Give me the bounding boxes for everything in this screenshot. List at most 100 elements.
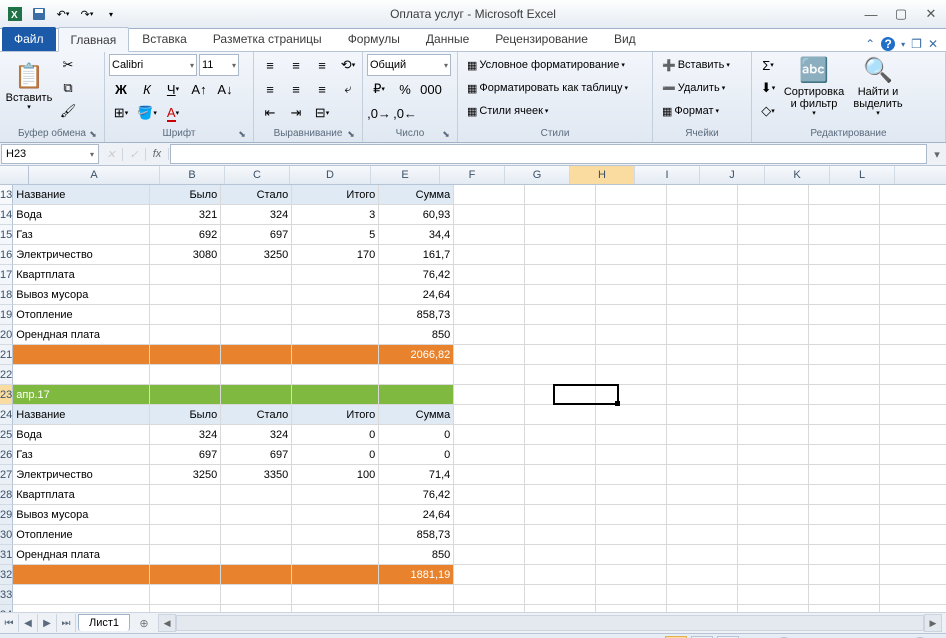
cell[interactable] — [525, 525, 596, 544]
cell[interactable] — [880, 485, 946, 504]
align-top-icon[interactable]: ≡ — [258, 54, 282, 76]
home-tab[interactable]: Главная — [58, 27, 130, 52]
cell[interactable]: Было — [150, 405, 221, 424]
name-box[interactable]: H23▾ — [1, 144, 99, 164]
cell[interactable] — [738, 405, 809, 424]
new-sheet-icon[interactable]: ⊕ — [134, 615, 154, 631]
cell[interactable] — [738, 385, 809, 404]
cell[interactable] — [596, 465, 667, 484]
cell[interactable] — [809, 285, 880, 304]
cell[interactable] — [292, 385, 379, 404]
cell[interactable]: 34,4 — [379, 225, 454, 244]
cell[interactable]: 24,64 — [379, 505, 454, 524]
cell[interactable] — [596, 225, 667, 244]
cell[interactable] — [525, 365, 596, 384]
cell[interactable] — [809, 585, 880, 604]
cell[interactable] — [880, 305, 946, 324]
row-header[interactable]: 25 — [0, 425, 13, 445]
cell[interactable] — [809, 345, 880, 364]
formula-input[interactable] — [170, 144, 927, 164]
cell[interactable] — [525, 225, 596, 244]
cell[interactable] — [292, 525, 379, 544]
sheet-tab[interactable]: Лист1 — [78, 614, 130, 631]
cell[interactable] — [292, 265, 379, 284]
row-header[interactable]: 33 — [0, 585, 13, 605]
cell[interactable] — [667, 485, 738, 504]
expand-formula-bar-icon[interactable]: ▾ — [928, 148, 946, 161]
cell[interactable]: 3080 — [150, 245, 221, 264]
clipboard-launcher-icon[interactable]: ⬊ — [88, 129, 98, 139]
cell[interactable] — [738, 245, 809, 264]
cell[interactable] — [738, 605, 809, 612]
cell[interactable] — [809, 505, 880, 524]
cell[interactable] — [454, 225, 525, 244]
row-header[interactable]: 24 — [0, 405, 13, 425]
cell-styles-button[interactable]: ▦ Стили ячеек ▾ — [462, 100, 553, 122]
cell[interactable] — [880, 405, 946, 424]
row-header[interactable]: 19 — [0, 305, 13, 325]
cell[interactable] — [150, 505, 221, 524]
row-header[interactable]: 17 — [0, 265, 13, 285]
cell[interactable] — [454, 425, 525, 444]
cell[interactable] — [525, 265, 596, 284]
cell[interactable] — [596, 425, 667, 444]
cell[interactable] — [525, 505, 596, 524]
cell[interactable]: 100 — [292, 465, 379, 484]
decrease-indent-icon[interactable]: ⇤ — [258, 102, 282, 124]
ribbon-options-icon[interactable]: ▾ — [901, 40, 905, 49]
cell[interactable] — [809, 425, 880, 444]
increase-decimal-icon[interactable]: ,0→ — [367, 102, 391, 124]
font-size-combo[interactable]: 11▾ — [199, 54, 239, 76]
cell[interactable] — [596, 565, 667, 584]
cell[interactable] — [525, 325, 596, 344]
cell[interactable] — [667, 385, 738, 404]
cell[interactable] — [150, 485, 221, 504]
cell[interactable] — [150, 365, 221, 384]
cell[interactable]: Вода — [13, 205, 150, 224]
column-header[interactable]: L — [830, 166, 895, 184]
cell[interactable] — [667, 245, 738, 264]
cell[interactable] — [221, 485, 292, 504]
column-header[interactable]: E — [371, 166, 440, 184]
cell[interactable] — [525, 605, 596, 612]
cell[interactable]: 697 — [221, 225, 292, 244]
cell[interactable] — [292, 285, 379, 304]
cell[interactable] — [292, 565, 379, 584]
cell[interactable] — [379, 605, 454, 612]
cell[interactable] — [221, 285, 292, 304]
cell[interactable] — [667, 465, 738, 484]
cell[interactable] — [454, 545, 525, 564]
cell[interactable]: 324 — [221, 205, 292, 224]
cell[interactable] — [150, 525, 221, 544]
view-tab[interactable]: Вид — [601, 26, 649, 51]
row-header[interactable]: 34 — [0, 605, 13, 612]
row-header[interactable]: 13 — [0, 185, 13, 205]
cell[interactable] — [150, 265, 221, 284]
cell[interactable] — [13, 365, 150, 384]
cell[interactable] — [809, 185, 880, 204]
percent-icon[interactable]: % — [393, 78, 417, 100]
cell[interactable] — [667, 345, 738, 364]
cell[interactable] — [221, 585, 292, 604]
undo-icon[interactable]: ↶▾ — [52, 3, 74, 25]
cell[interactable] — [292, 485, 379, 504]
cell[interactable] — [809, 565, 880, 584]
cell[interactable] — [379, 365, 454, 384]
number-format-combo[interactable]: Общий▾ — [367, 54, 451, 76]
copy-icon[interactable]: ⧉ — [56, 77, 80, 99]
format-painter-icon[interactable]: 🖌 — [56, 100, 80, 122]
cell[interactable] — [150, 605, 221, 612]
column-header[interactable]: K — [765, 166, 830, 184]
cell[interactable] — [221, 365, 292, 384]
grow-font-icon[interactable]: A↑ — [187, 78, 211, 100]
cell[interactable] — [880, 425, 946, 444]
row-header[interactable]: 27 — [0, 465, 13, 485]
insert-cells-button[interactable]: ➕ Вставить ▾ — [657, 54, 735, 76]
cell[interactable] — [454, 485, 525, 504]
cell[interactable]: 324 — [221, 425, 292, 444]
cut-icon[interactable]: ✂ — [56, 54, 80, 76]
window-restore-icon[interactable]: ❐ — [911, 37, 922, 51]
comma-icon[interactable]: 000 — [419, 78, 443, 100]
column-header[interactable]: G — [505, 166, 570, 184]
cell[interactable] — [880, 265, 946, 284]
